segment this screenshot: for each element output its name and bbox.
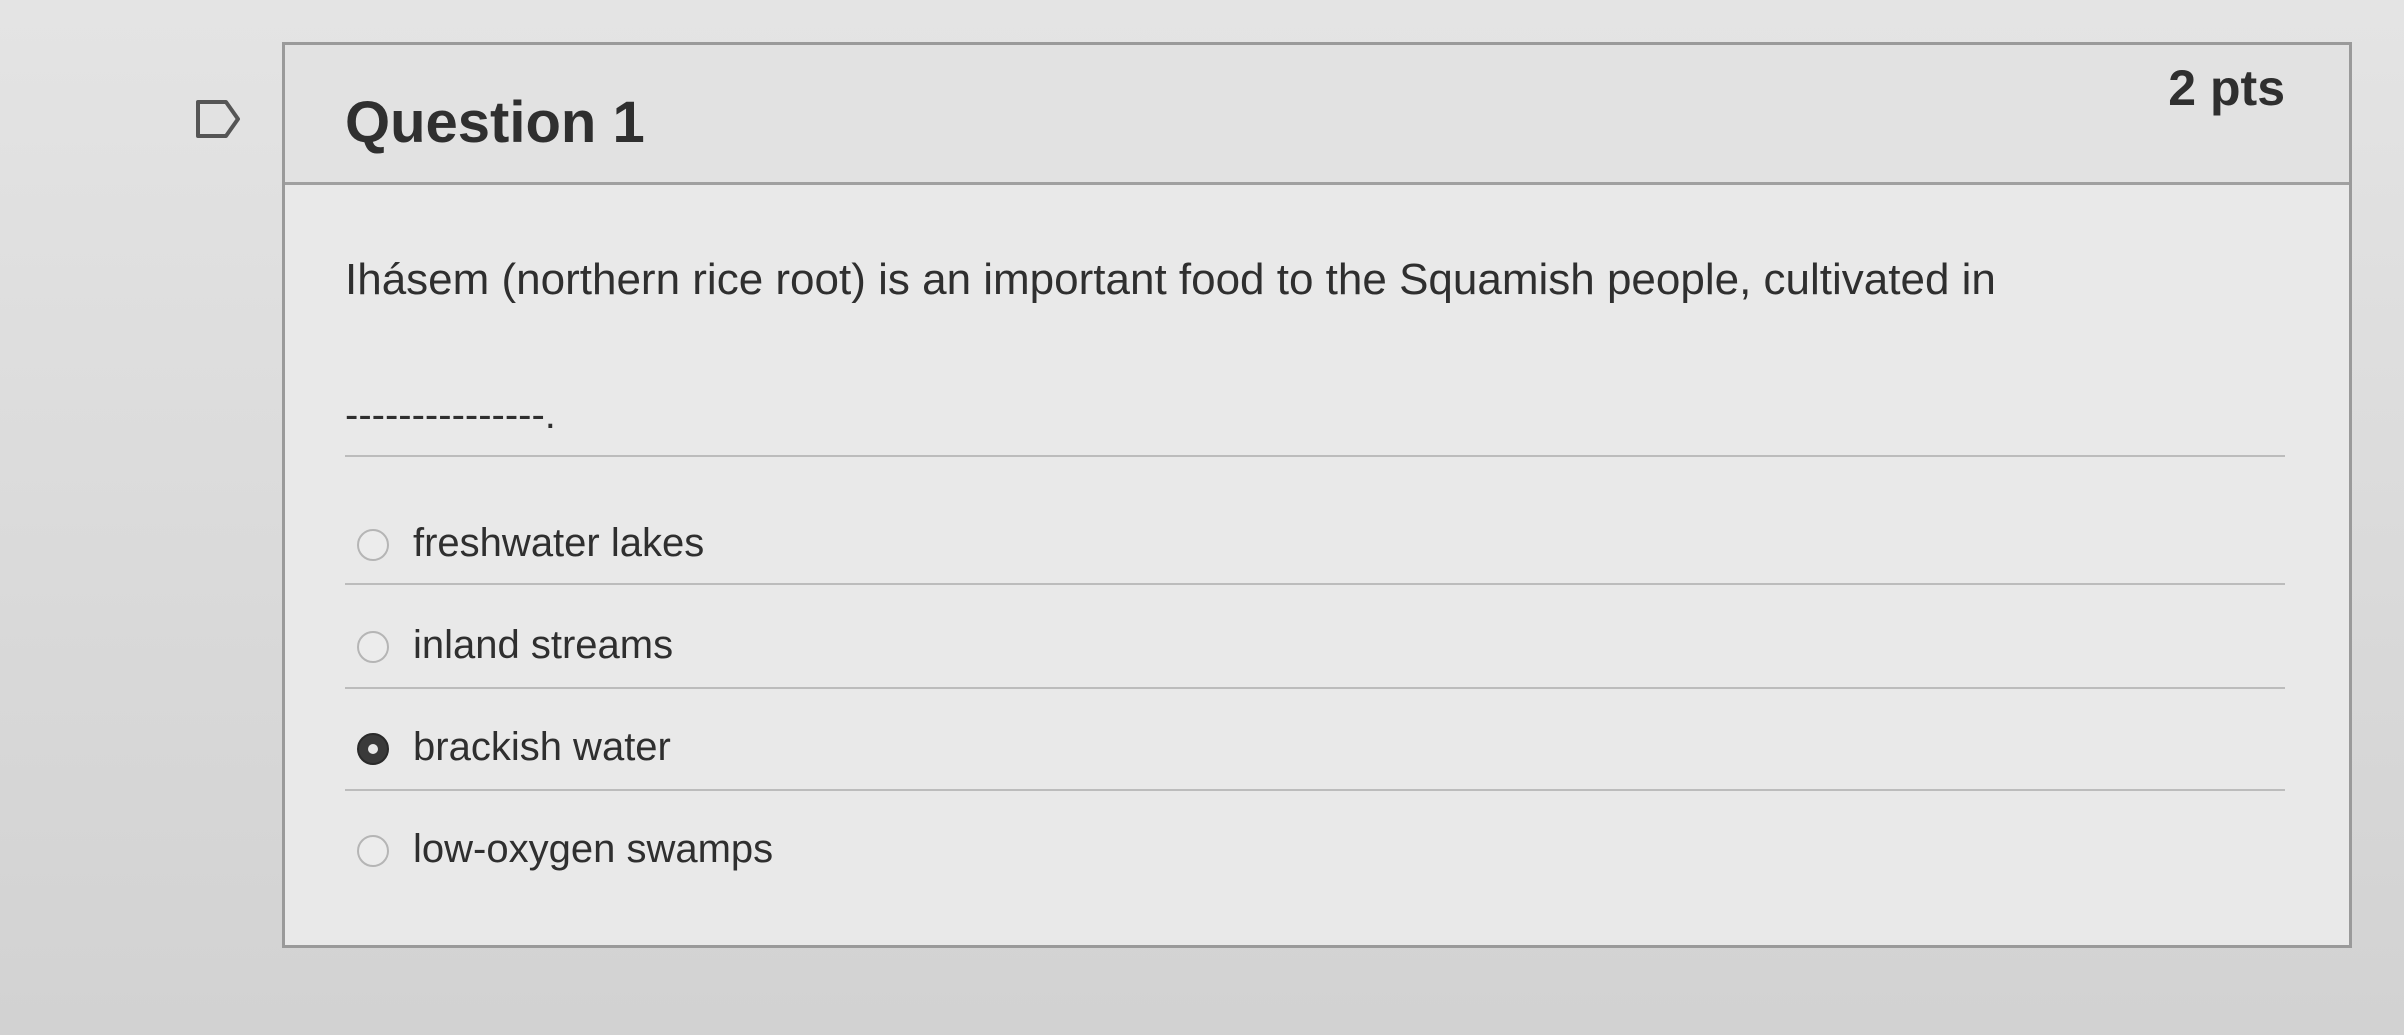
answer-option[interactable]: freshwater lakes <box>357 517 2257 577</box>
answer-label: inland streams <box>413 623 674 667</box>
answer-radio[interactable] <box>357 835 389 867</box>
answer-option[interactable]: brackish water <box>357 721 2257 781</box>
answer-radio[interactable] <box>357 529 389 561</box>
question-header: Question 1 2 pts <box>285 45 2349 185</box>
answer-label: freshwater lakes <box>413 521 705 565</box>
answer-label: low-oxygen swamps <box>413 827 774 871</box>
answers-divider <box>345 455 2285 457</box>
answer-option[interactable]: low-oxygen swamps <box>357 823 2257 883</box>
question-title: Question 1 <box>345 90 645 155</box>
answer-radio-selected[interactable] <box>357 733 389 765</box>
question-blank: ---------------. <box>345 393 556 437</box>
answer-divider <box>345 789 2285 791</box>
answer-option[interactable]: inland streams <box>357 619 2257 679</box>
answer-divider <box>345 687 2285 689</box>
question-points: 2 pts <box>2168 60 2285 116</box>
answer-label: brackish water <box>413 725 671 769</box>
flag-question-icon[interactable] <box>194 98 242 140</box>
answer-divider <box>345 583 2285 585</box>
question-text: Ihásem (northern rice root) is an import… <box>345 255 1996 304</box>
question-card: Question 1 2 pts Ihásem (northern rice r… <box>282 42 2352 948</box>
quiz-page: Question 1 2 pts Ihásem (northern rice r… <box>0 0 2404 1035</box>
answer-radio[interactable] <box>357 631 389 663</box>
